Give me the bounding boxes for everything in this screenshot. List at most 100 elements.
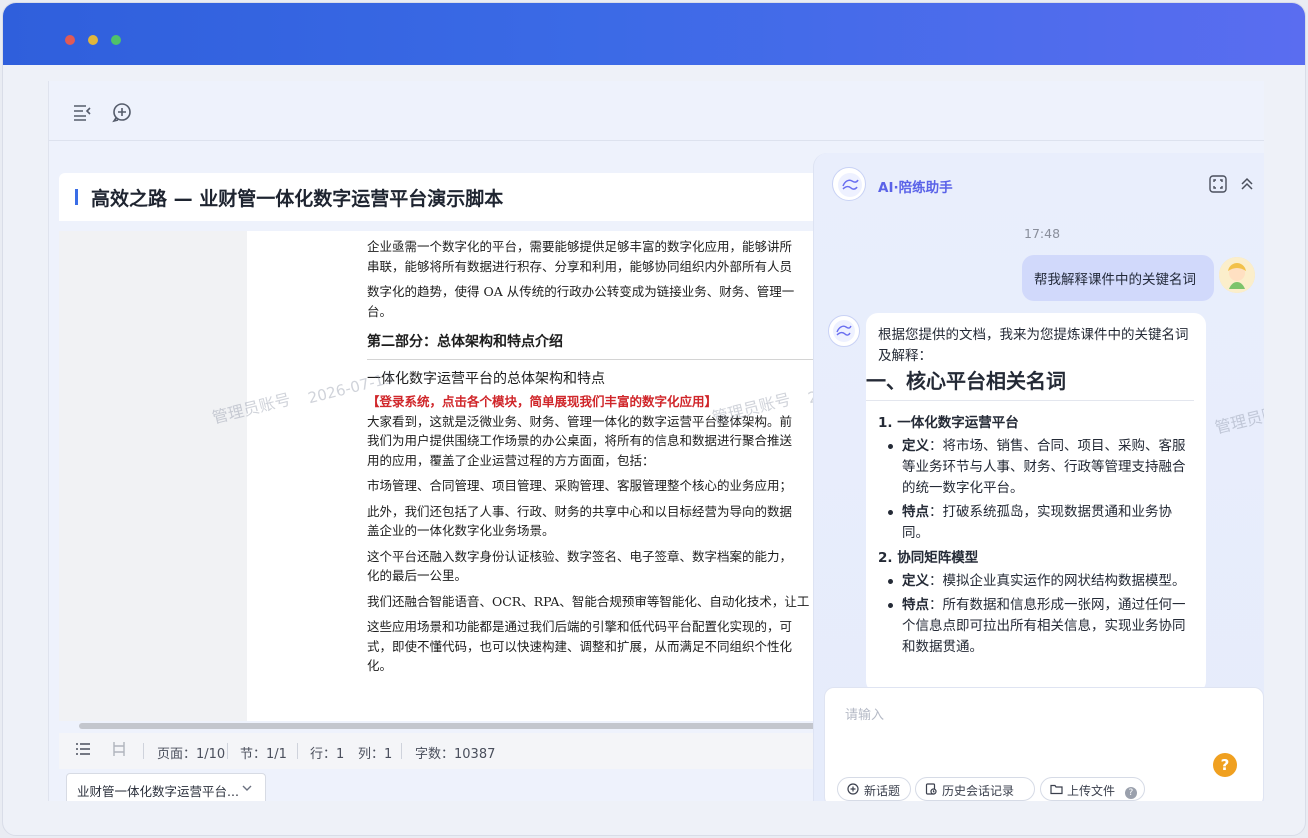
text-line: 盖企业的一体化数字化业务场景。 (367, 523, 555, 538)
document-title: 高效之路 — 业财管一体化数字运营平台演示脚本 (91, 188, 504, 210)
point-label: 定义 (902, 438, 929, 454)
paragraph: 企业亟需一个数字化的平台，需要能够提供足够丰富的数字化应用，能够讲所 串联，能够… (367, 237, 829, 276)
divider (143, 743, 144, 759)
paragraph: 此外，我们还包括了人事、行政、财务的共享中心和以目标经营为导向的数据 盖企业的一… (367, 502, 829, 541)
text-line: 台。 (367, 303, 393, 319)
text-line: 我们还融合智能语音、OCR、RPA、智能合规预审等智能化、自动化技术，让工 (367, 593, 810, 609)
list-item: 定义：模拟企业真实运作的网状结构数据模型。 (878, 571, 1194, 592)
page-indicator: 页面：1/10 (157, 747, 226, 762)
paragraph: 市场管理、合同管理、项目管理、采购管理、客服管理整个核心的业务应用； (367, 476, 829, 496)
text-line: 化。 (367, 658, 393, 673)
text-line: 市场管理、合同管理、项目管理、采购管理、客服管理整个核心的业务应用； (367, 478, 793, 493)
comment-icon[interactable] (111, 101, 133, 123)
history-label: 历史会话记录 (942, 784, 1015, 798)
assistant-heading: 一、核心平台相关名词 (866, 371, 1194, 401)
question-icon[interactable]: ? (1124, 787, 1137, 799)
status-bar: 页面：1/10 节：1/1 行：1 列：1 字数：10387 (59, 733, 829, 769)
collapse-icon[interactable] (1238, 175, 1256, 197)
point-text: ：打破系统孤岛，实现数据贯通和业务协同。 (902, 504, 1172, 541)
outline-toggle-icon[interactable] (71, 101, 93, 123)
column-indicator: 列：1 (358, 747, 393, 762)
divider (297, 743, 298, 759)
toolbar (49, 81, 1264, 141)
section-heading: 第二部分：总体架构和特点介绍 (367, 333, 829, 360)
assistant-title: AI·陪练助手 (878, 180, 953, 196)
word-count: 字数：10387 (415, 747, 496, 762)
user-message: 帮我解释课件中的关键名词 (1022, 255, 1214, 301)
text-line: 化的最后一公里。 (367, 568, 468, 583)
text-line: 这个平台还融入数字身份认证核验、数字签名、电子签章、数字档案的能力， (367, 548, 793, 564)
term-points: 定义：模拟企业真实运作的网状结构数据模型。 特点：所有数据和信息形成一张网，通过… (878, 571, 1194, 658)
close-window-button[interactable] (65, 35, 75, 45)
file-tab-label: 业财管一体化数字运营平台... (77, 784, 239, 799)
text-line: 数字化的趋势，使得 OA 从传统的行政办公转变成为链接业务、财务、管理一 (367, 284, 795, 299)
term-points: 定义：将市场、销售、合同、项目、采购、客服等业务环节与人事、财务、行政等管理支持… (878, 436, 1194, 544)
paragraph: 大家看到，这就是泛微业务、财务、管理一体化的数字运营平台整体架构。前 我们为用户… (367, 412, 829, 471)
divider (401, 743, 402, 759)
text-line: 串联，能够将所有数据进行积存、分享和利用，能够协同组织内外部所有人员 (367, 258, 793, 274)
assistant-message: 根据您提供的文档，我来为您提炼课件中的关键名词及解释： 一、核心平台相关名词 1… (866, 313, 1206, 693)
text-line: 用的应用，覆盖了企业运营过程的方方面面，包括： (367, 452, 655, 468)
list-icon[interactable] (75, 741, 91, 761)
ai-assistant-panel: AI·陪练助手 17:48 帮我解释课件中的关键名词 根据您提供的文档，我来为您… (813, 153, 1264, 801)
fullscreen-icon[interactable] (1208, 174, 1228, 198)
new-topic-label: 新话题 (864, 784, 901, 798)
point-text: ：所有数据和信息形成一张网，通过任何一个信息点即可拉出所有相关信息，实现业务协同… (902, 597, 1186, 655)
text-line: 此外，我们还包括了人事、行政、财务的共享中心和以目标经营为导向的数据 (367, 503, 793, 519)
plus-circle-icon (847, 783, 859, 795)
document-page: 企业亟需一个数字化的平台，需要能够提供足够丰富的数字化应用，能够讲所 串联，能够… (247, 231, 829, 721)
term-title: 1. 一体化数字运营平台 (878, 415, 1019, 431)
file-tab[interactable]: 业财管一体化数字运营平台... (66, 773, 266, 801)
paragraph: 这个平台还融入数字身份认证核验、数字签名、电子签章、数字档案的能力， 化的最后一… (367, 547, 829, 586)
text-line: 我们为用户提供围绕工作场景的办公桌面，将所有的信息和数据进行聚合推送 (367, 433, 793, 448)
assistant-avatar (828, 315, 860, 347)
chevron-down-icon (241, 782, 253, 797)
point-label: 定义 (902, 573, 929, 589)
point-label: 特点 (902, 597, 929, 613)
row-indicator: 行：1 (310, 747, 345, 762)
history-button[interactable]: 历史会话记录 (915, 777, 1035, 801)
document-content: 企业亟需一个数字化的平台，需要能够提供足够丰富的数字化应用，能够讲所 串联，能够… (367, 237, 829, 682)
section-indicator: 节：1/1 (240, 747, 287, 762)
divider (227, 743, 228, 759)
term-title: 2. 协同矩阵模型 (878, 550, 979, 566)
help-button[interactable]: ? (1213, 753, 1237, 777)
title-bar (3, 3, 1305, 65)
history-icon (925, 783, 937, 795)
app-window: 高效之路 — 业财管一体化数字运营平台演示脚本 企业亟需一个数字化的平台，需要能… (2, 2, 1306, 836)
document-viewport[interactable]: 企业亟需一个数字化的平台，需要能够提供足够丰富的数字化应用，能够讲所 串联，能够… (59, 231, 829, 721)
text-line: 大家看到，这就是泛微业务、财务、管理一体化的数字运营平台整体架构。前 (367, 413, 793, 429)
chat-input-placeholder[interactable]: 请输入 (845, 704, 884, 723)
document-header: 高效之路 — 业财管一体化数字运营平台演示脚本 (59, 173, 829, 221)
page-layout-icon[interactable] (111, 741, 127, 761)
text-line: 式，即使不懂代码，也可以快速构建、调整和扩展，从而满足不同组织个性化 (367, 638, 793, 654)
point-label: 特点 (902, 504, 929, 520)
list-item: 定义：将市场、销售、合同、项目、采购、客服等业务环节与人事、财务、行政等管理支持… (878, 436, 1194, 499)
list-item: 特点：所有数据和信息形成一张网，通过任何一个信息点即可拉出所有相关信息，实现业务… (878, 595, 1194, 658)
text-line: 企业亟需一个数字化的平台，需要能够提供足够丰富的数字化应用，能够讲所 (367, 239, 793, 254)
point-text: ：将市场、销售、合同、项目、采购、客服等业务环节与人事、财务、行政等管理支持融合… (902, 438, 1186, 496)
sub-heading: 一体化数字运营平台的总体架构和特点 (367, 370, 605, 387)
horizontal-scrollbar[interactable] (79, 723, 829, 729)
assistant-logo-icon (832, 167, 866, 201)
upload-label: 上传文件 (1067, 784, 1116, 798)
assistant-intro: 根据您提供的文档，我来为您提炼课件中的关键名词及解释： (878, 327, 1189, 364)
paragraph: 这些应用场景和功能都是通过我们后端的引擎和低代码平台配置化实现的，可 式，即使不… (367, 617, 829, 676)
new-topic-button[interactable]: 新话题 (837, 777, 912, 801)
red-instruction: 【登录系统，点击各个模块，简单展现我们丰富的数字化应用】 (367, 394, 718, 409)
paragraph: 数字化的趋势，使得 OA 从传统的行政办公转变成为链接业务、财务、管理一 台。 (367, 282, 829, 321)
list-item: 特点：打破系统孤岛，实现数据贯通和业务协同。 (878, 502, 1194, 544)
maximize-window-button[interactable] (111, 35, 121, 45)
upload-file-button[interactable]: 上传文件 ? (1040, 777, 1145, 801)
editor-app: 高效之路 — 业财管一体化数字运营平台演示脚本 企业亟需一个数字化的平台，需要能… (48, 81, 1264, 801)
title-accent-bar (75, 189, 78, 205)
user-avatar (1219, 257, 1255, 293)
text-line: 这些应用场景和功能都是通过我们后端的引擎和低代码平台配置化实现的，可 (367, 619, 793, 634)
chat-input-box[interactable]: 请输入 新话题 历史会话记录 上传文件 ? (824, 687, 1264, 801)
message-timestamp: 17:48 (1024, 226, 1061, 241)
watermark: 管理员账 (1213, 403, 1264, 438)
folder-icon (1050, 784, 1063, 795)
point-text: ：模拟企业真实运作的网状结构数据模型。 (929, 573, 1186, 589)
paragraph: 我们还融合智能语音、OCR、RPA、智能合规预审等智能化、自动化技术，让工 (367, 592, 829, 612)
minimize-window-button[interactable] (88, 35, 98, 45)
